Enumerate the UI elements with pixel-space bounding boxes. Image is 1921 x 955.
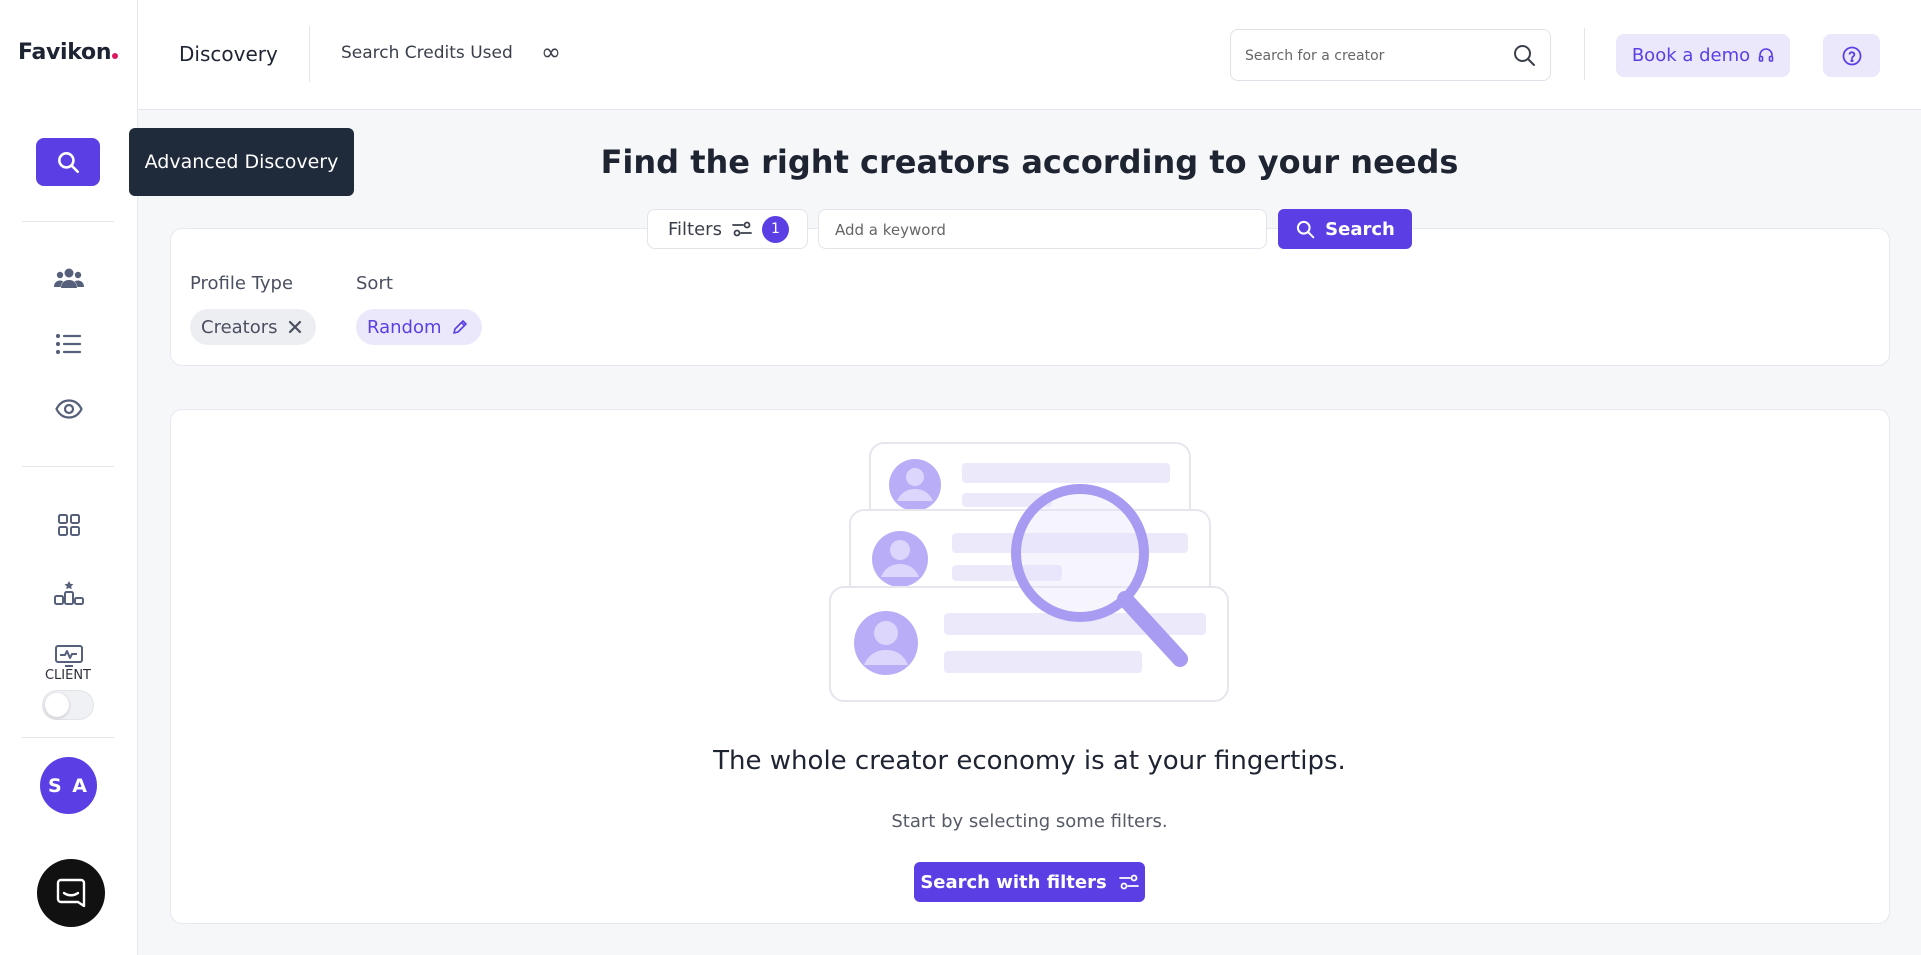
search-with-filters-label: Search with filters bbox=[920, 871, 1107, 893]
sidebar-item-rankings[interactable] bbox=[50, 574, 88, 612]
empty-state-title: The whole creator economy is at your fin… bbox=[713, 746, 1346, 776]
grid-icon bbox=[58, 514, 80, 536]
book-demo-label: Book a demo bbox=[1631, 45, 1751, 66]
advanced-discovery-button[interactable] bbox=[36, 138, 100, 186]
chat-icon bbox=[56, 878, 86, 908]
headset-icon bbox=[1758, 47, 1774, 62]
search-icon[interactable] bbox=[1512, 43, 1536, 71]
search-with-filters-button[interactable]: Search with filters bbox=[914, 862, 1145, 902]
book-demo-button[interactable]: Book a demo bbox=[1616, 34, 1790, 77]
list-icon bbox=[56, 333, 82, 355]
search-icon bbox=[1297, 220, 1315, 239]
logo-dot bbox=[112, 53, 119, 59]
eye-icon bbox=[55, 399, 83, 419]
help-button[interactable] bbox=[1823, 34, 1880, 77]
sidebar-item-creators[interactable] bbox=[50, 259, 88, 297]
search-button[interactable]: Search bbox=[1278, 209, 1412, 249]
chat-launcher-button[interactable] bbox=[37, 859, 105, 927]
filters-button[interactable]: Filters 1 bbox=[647, 209, 808, 249]
sidebar-divider bbox=[22, 737, 114, 738]
search-credits-value: ∞ bbox=[541, 38, 561, 66]
sidebar: Favikon CLIENT S A bbox=[0, 0, 138, 955]
sliders-icon bbox=[732, 221, 752, 237]
sliders-icon bbox=[1118, 874, 1139, 890]
page-title: Discovery bbox=[179, 42, 278, 66]
header-divider bbox=[1584, 28, 1585, 80]
empty-state-subtitle: Start by selecting some filters. bbox=[891, 811, 1168, 832]
search-credits-label: Search Credits Used bbox=[341, 43, 513, 63]
header-divider bbox=[309, 26, 310, 82]
top-bar: Discovery Search Credits Used ∞ Book a d… bbox=[138, 0, 1921, 110]
creator-search-input[interactable] bbox=[1245, 43, 1505, 69]
discovery-heading: Find the right creators according to you… bbox=[600, 143, 1459, 181]
sidebar-item-lists[interactable] bbox=[50, 325, 88, 363]
close-icon[interactable] bbox=[288, 320, 302, 334]
filters-count-badge: 1 bbox=[761, 215, 789, 243]
search-button-label: Search bbox=[1325, 218, 1395, 240]
toggle-knob bbox=[45, 693, 69, 717]
avatar[interactable]: S A bbox=[40, 757, 97, 814]
keyword-input[interactable] bbox=[835, 218, 1245, 242]
sidebar-divider bbox=[22, 466, 114, 467]
search-icon bbox=[58, 152, 80, 174]
creator-search[interactable] bbox=[1230, 29, 1551, 81]
keyword-field[interactable] bbox=[818, 209, 1267, 249]
pencil-icon bbox=[452, 320, 467, 334]
sidebar-divider bbox=[22, 221, 114, 222]
sidebar-item-dashboard[interactable] bbox=[50, 506, 88, 544]
profile-type-label: Profile Type bbox=[190, 273, 294, 294]
client-toggle[interactable] bbox=[42, 690, 94, 720]
sort-label: Sort bbox=[356, 273, 393, 294]
empty-state-illustration bbox=[829, 442, 1229, 702]
sidebar-item-monitoring[interactable] bbox=[50, 390, 88, 428]
profile-type-chip[interactable]: Creators bbox=[190, 309, 316, 345]
users-icon bbox=[54, 268, 84, 288]
help-icon bbox=[1842, 46, 1861, 65]
ranking-icon bbox=[54, 581, 84, 605]
sort-chip[interactable]: Random bbox=[356, 309, 482, 345]
sort-value: Random bbox=[367, 316, 442, 338]
monitor-icon bbox=[55, 645, 83, 667]
profile-type-value: Creators bbox=[201, 316, 278, 338]
filters-label: Filters bbox=[668, 218, 722, 240]
client-label: CLIENT bbox=[44, 668, 92, 683]
logo[interactable]: Favikon bbox=[18, 40, 119, 65]
